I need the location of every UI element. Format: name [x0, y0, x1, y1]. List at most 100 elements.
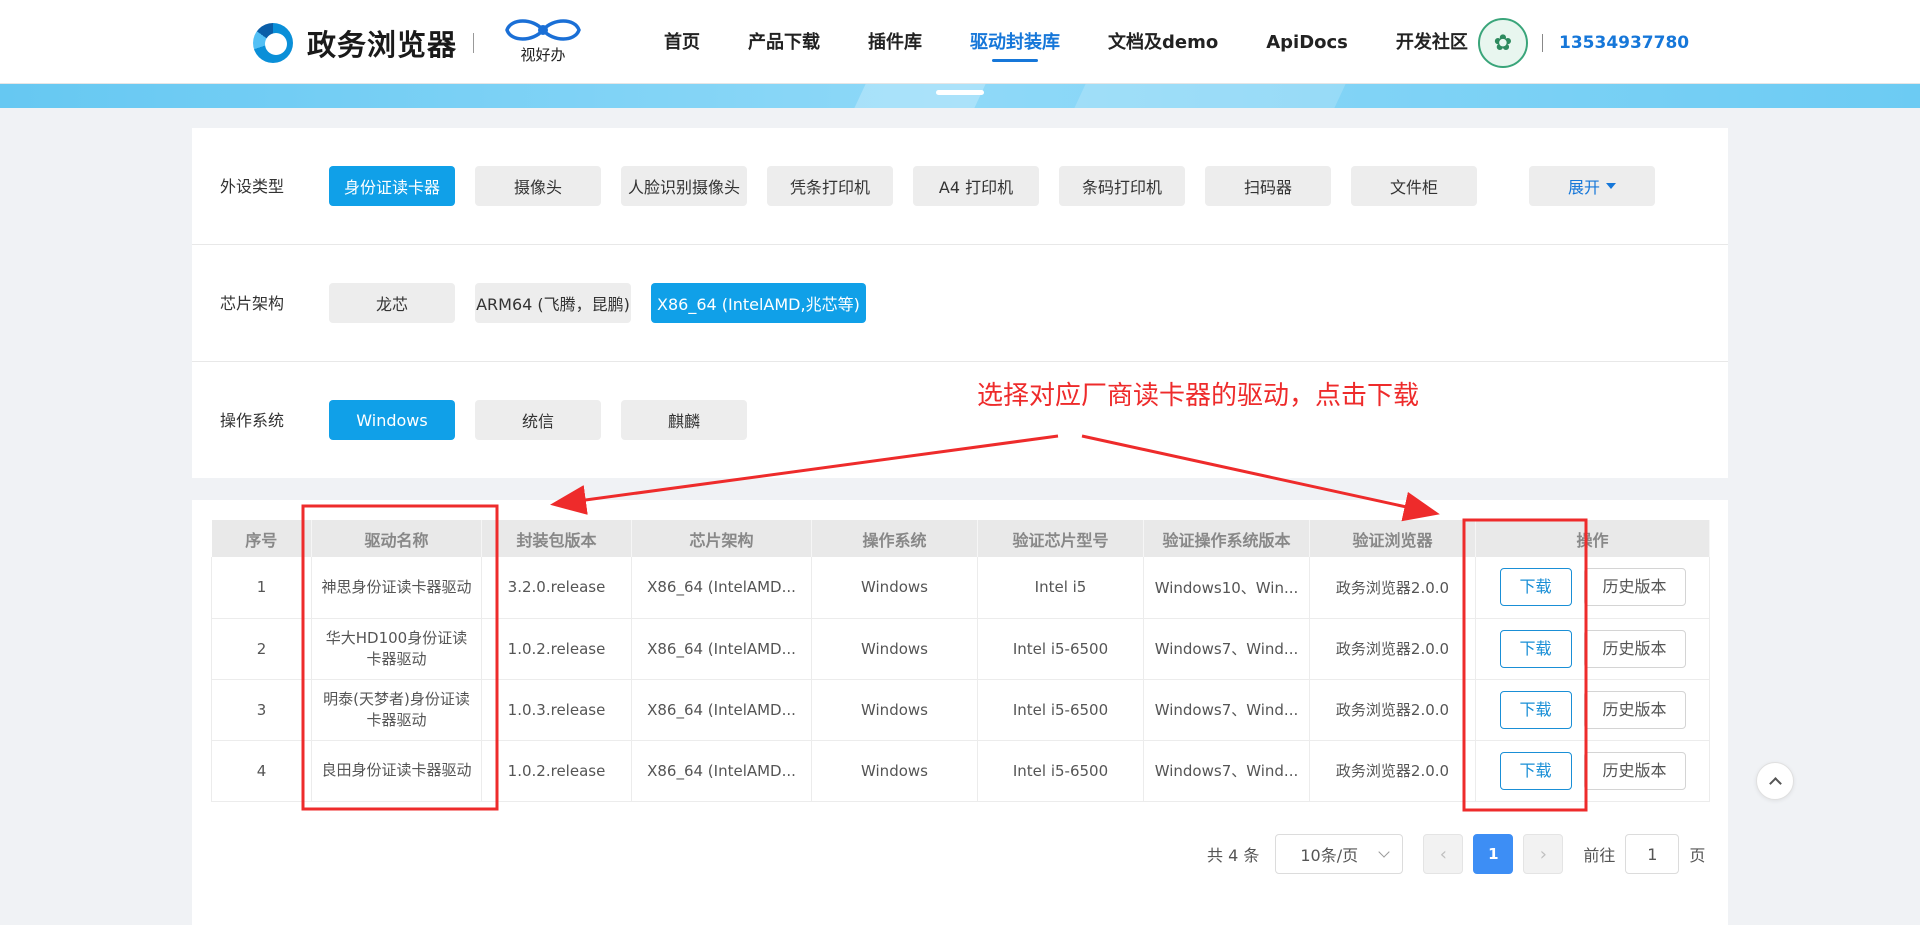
nav-docs-demo[interactable]: 文档及demo [1084, 0, 1242, 84]
cell-os-version: Windows7、Wind... [1143, 740, 1310, 802]
download-button[interactable]: 下载 [1499, 751, 1572, 790]
chip-windows[interactable]: Windows [329, 400, 455, 440]
chevron-down-icon [1378, 846, 1391, 858]
pagination-total: 共 4 条 [1207, 846, 1260, 865]
chip-arch-chips: 龙芯 ARM64 (飞腾，昆鹏) X86_64 (IntelAMD,兆芯等) [329, 283, 886, 323]
next-page-button[interactable]: › [1523, 834, 1564, 874]
history-version-button[interactable]: 历史版本 [1583, 568, 1686, 607]
expand-button[interactable]: 展开 [1529, 166, 1655, 206]
history-version-button[interactable]: 历史版本 [1583, 629, 1686, 668]
cell-driver-name: 良田身份证读卡器驱动 [311, 740, 482, 802]
cell-version: 1.0.2.release [481, 740, 632, 802]
chip-arm64[interactable]: ARM64 (飞腾，昆鹏) [475, 283, 631, 323]
chip-scanner[interactable]: 扫码器 [1205, 166, 1331, 206]
chip-x86-64[interactable]: X86_64 (IntelAMD,兆芯等) [651, 283, 866, 323]
driver-table: 序号 驱动名称 封装包版本 芯片架构 操作系统 验证芯片型号 验证操作系统版本 … [211, 520, 1710, 802]
cell-actions: 下载 历史版本 [1475, 557, 1710, 619]
header-verified-chip: 验证芯片型号 [977, 520, 1144, 557]
cell-driver-name: 华大HD100身份证读卡器驱动 [311, 618, 482, 680]
chip-receipt-printer[interactable]: 凭条打印机 [767, 166, 893, 206]
table-row: 1 神思身份证读卡器驱动 3.2.0.release X86_64 (Intel… [211, 557, 1710, 619]
cell-index: 3 [211, 679, 312, 741]
table-header-row: 序号 驱动名称 封装包版本 芯片架构 操作系统 验证芯片型号 验证操作系统版本 … [211, 520, 1710, 557]
pagination: 共 4 条 10条/页 ‹ 1 › 前往 1 页 [1207, 834, 1705, 874]
chevron-left-icon: ‹ [1439, 843, 1447, 865]
nav-dev-community[interactable]: 开发社区 [1372, 0, 1492, 84]
cell-os: Windows [811, 740, 978, 802]
chip-kylin[interactable]: 麒麟 [621, 400, 747, 440]
emblem-icon: ✿ [1493, 30, 1513, 56]
prev-page-button[interactable]: ‹ [1423, 834, 1464, 874]
header-chip-arch: 芯片架构 [631, 520, 812, 557]
os-chips: Windows 统信 麒麟 [329, 400, 767, 440]
download-button[interactable]: 下载 [1499, 690, 1572, 729]
history-version-button[interactable]: 历史版本 [1583, 690, 1686, 729]
nav-apidocs[interactable]: ApiDocs [1242, 0, 1372, 84]
banner-decoration [854, 84, 986, 108]
caret-down-icon [1606, 183, 1616, 189]
chip-face-camera[interactable]: 人脸识别摄像头 [621, 166, 747, 206]
banner-decoration [1074, 84, 1346, 108]
header-verified-os-version: 验证操作系统版本 [1143, 520, 1310, 557]
page-suffix: 页 [1689, 846, 1706, 865]
cell-version: 1.0.3.release [481, 679, 632, 741]
filter-row-peripheral: 外设类型 身份证读卡器 摄像头 人脸识别摄像头 凭条打印机 A4 打印机 条码打… [192, 128, 1728, 245]
header-package-version: 封装包版本 [481, 520, 632, 557]
chevron-right-icon: › [1539, 843, 1547, 865]
partner-name: 视好办 [520, 46, 566, 64]
chip-camera[interactable]: 摄像头 [475, 166, 601, 206]
cell-chip: Intel i5-6500 [977, 679, 1144, 741]
table-row: 3 明泰(天梦者)身份证读卡器驱动 1.0.3.release X86_64 (… [211, 679, 1710, 741]
nav-home[interactable]: 首页 [640, 0, 724, 84]
logo-divider [473, 33, 475, 53]
cell-browser: 政务浏览器2.0.0 [1309, 740, 1476, 802]
filter-label-chip-arch: 芯片架构 [220, 294, 285, 313]
chip-id-card-reader[interactable]: 身份证读卡器 [329, 166, 455, 206]
goto-label: 前往 [1583, 846, 1616, 865]
cell-version: 1.0.2.release [481, 618, 632, 680]
goto-page-input[interactable]: 1 [1625, 834, 1680, 874]
cell-browser: 政务浏览器2.0.0 [1309, 618, 1476, 680]
header-actions: 操作 [1475, 520, 1710, 557]
driver-table-panel: 序号 驱动名称 封装包版本 芯片架构 操作系统 验证芯片型号 验证操作系统版本 … [192, 500, 1728, 925]
page-number-button[interactable]: 1 [1473, 834, 1514, 874]
filter-panel: 外设类型 身份证读卡器 摄像头 人脸识别摄像头 凭条打印机 A4 打印机 条码打… [192, 128, 1728, 478]
nav-plugin-library[interactable]: 插件库 [844, 0, 946, 84]
cell-actions: 下载 历史版本 [1475, 618, 1710, 680]
cell-os-version: Windows7、Wind... [1143, 618, 1310, 680]
cell-driver-name: 明泰(天梦者)身份证读卡器驱动 [311, 679, 482, 741]
page-size-select[interactable]: 10条/页 [1275, 834, 1404, 874]
user-divider [1542, 34, 1543, 52]
back-to-top-button[interactable] [1756, 762, 1794, 800]
user-area: ✿ 13534937780 [1478, 18, 1689, 68]
chip-file-cabinet[interactable]: 文件柜 [1351, 166, 1477, 206]
cell-os: Windows [811, 618, 978, 680]
header-os: 操作系统 [811, 520, 978, 557]
brand-name: 政务浏览器 [307, 28, 458, 62]
nav-product-download[interactable]: 产品下载 [724, 0, 844, 84]
cell-chip: Intel i5 [977, 557, 1144, 619]
chip-a4-printer[interactable]: A4 打印机 [913, 166, 1039, 206]
partner-logo: 视好办 [492, 16, 594, 68]
user-phone[interactable]: 13534937780 [1559, 33, 1689, 53]
cell-actions: 下载 历史版本 [1475, 740, 1710, 802]
chip-barcode-printer[interactable]: 条码打印机 [1059, 166, 1185, 206]
banner-strip [0, 84, 1920, 108]
brand-logo[interactable]: 政务浏览器 [253, 22, 475, 64]
cell-driver-name: 神思身份证读卡器驱动 [311, 557, 482, 619]
cell-arch: X86_64 (IntelAMD... [631, 618, 812, 680]
cell-os-version: Windows7、Wind... [1143, 679, 1310, 741]
main-nav: 首页 产品下载 插件库 驱动封装库 文档及demo ApiDocs 开发社区 [640, 0, 1492, 84]
cell-actions: 下载 历史版本 [1475, 679, 1710, 741]
filter-label-os: 操作系统 [220, 411, 285, 430]
user-avatar[interactable]: ✿ [1478, 18, 1528, 68]
history-version-button[interactable]: 历史版本 [1583, 751, 1686, 790]
chip-uos[interactable]: 统信 [475, 400, 601, 440]
banner-indicator[interactable] [936, 90, 984, 95]
download-button[interactable]: 下载 [1499, 568, 1572, 607]
download-button[interactable]: 下载 [1499, 629, 1572, 668]
nav-driver-library[interactable]: 驱动封装库 [946, 0, 1084, 84]
filter-label-peripheral: 外设类型 [220, 177, 285, 196]
chip-loongson[interactable]: 龙芯 [329, 283, 455, 323]
cell-arch: X86_64 (IntelAMD... [631, 679, 812, 741]
